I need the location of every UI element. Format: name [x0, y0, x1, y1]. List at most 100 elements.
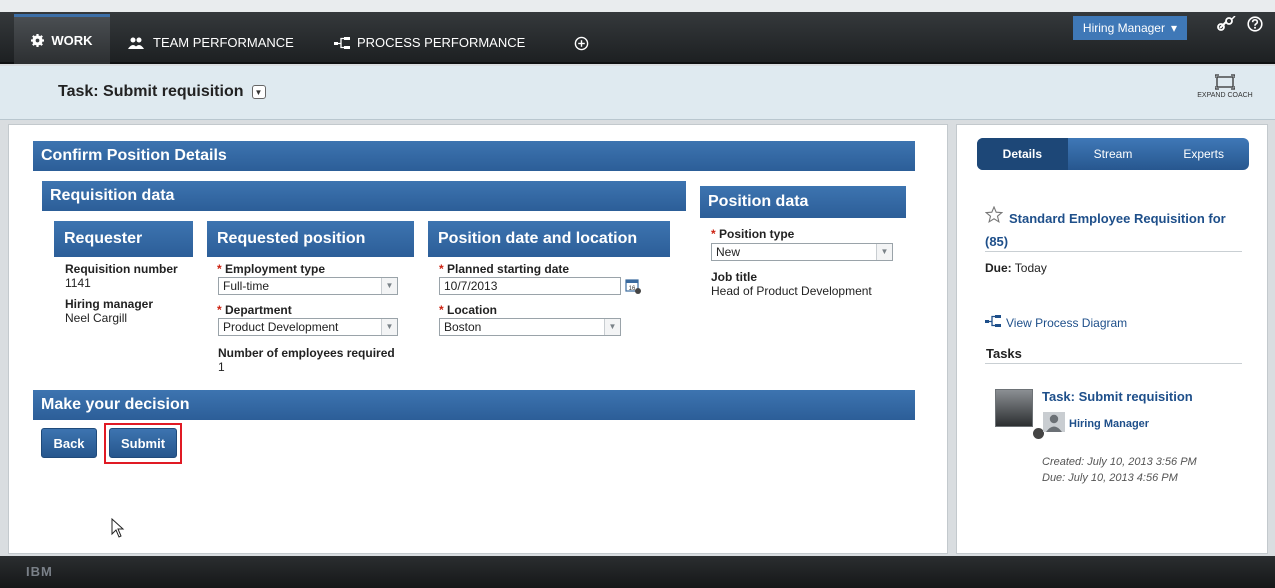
- view-process-diagram-label: View Process Diagram: [1006, 315, 1128, 330]
- task-menu-dropdown[interactable]: ▼: [251, 85, 266, 99]
- date-location-title: Position date and location: [438, 230, 638, 247]
- requested-position-header: Requested position: [207, 221, 414, 257]
- requester-header: Requester: [54, 221, 193, 257]
- decision-header: Make your decision: [33, 390, 915, 420]
- link-icon[interactable]: [1217, 15, 1237, 35]
- department-select[interactable]: Product Development ▼: [218, 318, 398, 336]
- start-date-label-text: Planned starting date: [447, 262, 570, 276]
- ibm-logo: IBM: [26, 564, 53, 579]
- start-date-value: 10/7/2013: [444, 279, 498, 293]
- nav-tab-label: TEAM PERFORMANCE: [153, 35, 294, 50]
- requisition-number-value: 1141: [65, 276, 91, 290]
- requisition-number-label: Requisition number: [65, 262, 178, 276]
- employment-type-select[interactable]: Full-time ▼: [218, 277, 398, 295]
- nav-tab-team-performance[interactable]: TEAM PERFORMANCE: [128, 26, 294, 60]
- location-select[interactable]: Boston ▼: [439, 318, 621, 336]
- dropdown-arrow-icon: ▼: [604, 319, 620, 335]
- required-mark: *: [711, 227, 716, 241]
- divider: [985, 251, 1242, 252]
- position-type-select[interactable]: New ▼: [711, 243, 893, 261]
- requisition-data-title: Requisition data: [50, 187, 175, 204]
- employment-type-label: * Employment type: [217, 262, 325, 276]
- num-employees-label: Number of employees required: [218, 346, 395, 360]
- start-date-label: * Planned starting date: [439, 262, 569, 276]
- employment-type-label-text: Employment type: [225, 262, 326, 276]
- user-menu[interactable]: Hiring Manager ▾: [1072, 16, 1187, 40]
- user-icon: [1043, 412, 1065, 435]
- dropdown-arrow-icon: ▼: [381, 319, 397, 335]
- process-icon: [334, 37, 350, 49]
- hiring-manager-value: Neel Cargill: [65, 311, 128, 325]
- start-date-input[interactable]: 10/7/2013: [439, 277, 621, 295]
- back-button-label: Back: [53, 435, 85, 451]
- required-mark: *: [439, 303, 444, 317]
- required-mark: *: [217, 303, 222, 317]
- requisition-title: Standard Employee Requisition for (85): [985, 207, 1241, 253]
- position-type-value: New: [716, 245, 741, 259]
- gear-icon: [31, 34, 45, 47]
- dropdown-arrow-icon: ▼: [876, 244, 892, 260]
- mouse-cursor-icon: [111, 517, 125, 541]
- side-tabs: Details Stream Experts: [977, 138, 1249, 170]
- requisition-data-header: Requisition data: [42, 181, 686, 211]
- svg-text:16: 16: [629, 286, 636, 292]
- position-data-title: Position data: [708, 193, 809, 210]
- task-assignee[interactable]: Hiring Manager: [1043, 412, 1149, 435]
- department-label-text: Department: [225, 303, 292, 317]
- nav-tab-work[interactable]: WORK: [14, 14, 110, 64]
- submit-highlight-box: [104, 423, 182, 464]
- back-button[interactable]: Back: [41, 428, 97, 458]
- department-label: * Department: [217, 303, 292, 317]
- calendar-icon[interactable]: 16: [625, 278, 642, 298]
- section-confirm-position: Confirm Position Details: [33, 141, 915, 171]
- task-title: Task: Submit requisition ▼: [58, 83, 266, 101]
- dropdown-arrow-icon: ▼: [381, 278, 397, 294]
- job-title-value: Head of Product Development: [711, 284, 872, 298]
- task-header: Task: Submit requisition ▼ EXPAND COACH: [0, 66, 1275, 120]
- hiring-manager-label: Hiring manager: [65, 297, 154, 311]
- tab-experts[interactable]: Experts: [1158, 138, 1249, 170]
- task-created: Created: July 10, 2013 3:56 PM: [1042, 456, 1197, 468]
- position-data-header: Position data: [700, 186, 906, 218]
- task-title-text: Task: Submit requisition: [58, 83, 244, 100]
- expand-coach-label: EXPAND COACH: [1197, 92, 1253, 99]
- divider: [985, 363, 1242, 364]
- job-title-label: Job title: [711, 270, 758, 284]
- caret-down-icon: ▼: [254, 87, 263, 97]
- nav-tab-label: WORK: [51, 32, 93, 48]
- requested-position-title: Requested position: [217, 230, 366, 247]
- date-location-header: Position date and location: [428, 221, 670, 257]
- left-edge: [0, 120, 8, 556]
- caret-down-icon: ▾: [1170, 21, 1177, 35]
- employment-type-value: Full-time: [223, 279, 270, 293]
- due-label: Due:: [985, 261, 1012, 275]
- nav-tab-process-performance[interactable]: PROCESS PERFORMANCE: [334, 26, 525, 60]
- due-value: Today: [1014, 261, 1047, 275]
- location-label: * Location: [439, 303, 497, 317]
- task-due: Due: July 10, 2013 4:56 PM: [1042, 472, 1178, 484]
- help-icon[interactable]: [1247, 16, 1263, 35]
- tasks-heading: Tasks: [986, 346, 1022, 361]
- task-avatar: [995, 389, 1033, 427]
- top-nav-bar: WORK TEAM PERFORMANCE PROCESS PERFORMANC…: [0, 0, 1275, 64]
- department-value: Product Development: [223, 320, 339, 334]
- top-strip: [0, 0, 1275, 12]
- plus-circle-icon[interactable]: [574, 26, 589, 60]
- position-type-label: * Position type: [711, 227, 794, 241]
- process-icon: [985, 315, 1001, 330]
- position-type-label-text: Position type: [719, 227, 795, 241]
- view-process-diagram-link[interactable]: View Process Diagram: [985, 315, 1127, 330]
- task-link[interactable]: Task: Submit requisition: [1042, 389, 1193, 404]
- requester-title: Requester: [64, 230, 143, 247]
- tab-details[interactable]: Details: [977, 138, 1068, 170]
- side-panel: [956, 124, 1268, 554]
- task-assignee-label: Hiring Manager: [1069, 417, 1150, 430]
- user-menu-label: Hiring Manager: [1082, 21, 1165, 35]
- tab-stream[interactable]: Stream: [1068, 138, 1159, 170]
- team-icon: [128, 37, 146, 49]
- footer-bar: IBM: [0, 556, 1275, 588]
- required-mark: *: [439, 262, 444, 276]
- location-label-text: Location: [447, 303, 498, 317]
- expand-coach-button[interactable]: EXPAND COACH: [1195, 74, 1255, 99]
- section-title: Confirm Position Details: [41, 147, 227, 164]
